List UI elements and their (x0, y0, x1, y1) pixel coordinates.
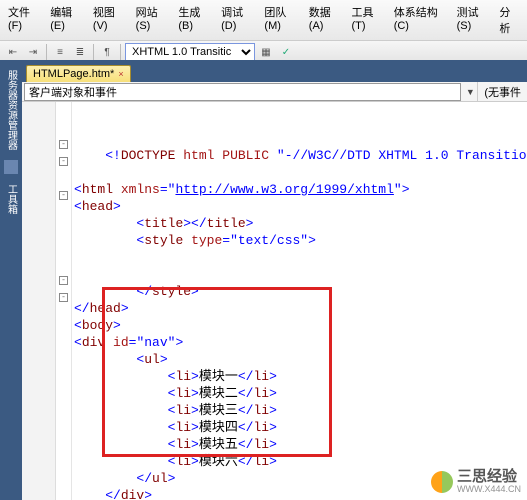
code-line[interactable]: <div id="nav"> (74, 334, 527, 351)
code-line[interactable]: <li>模块五</li> (74, 436, 527, 453)
document-tabstrip: HTMLPage.htm* × (22, 60, 527, 82)
menu-item[interactable]: 体系结构(C) (390, 2, 451, 38)
fold-toggle-icon[interactable]: - (59, 293, 68, 302)
list-icon[interactable]: ≡ (51, 43, 69, 61)
left-sidebar: 服务器资源管理器 工具箱 (0, 60, 22, 500)
element-selector-input[interactable] (24, 83, 461, 101)
code-line[interactable]: <html xmlns="http://www.w3.org/1999/xhtm… (74, 181, 527, 198)
check-icon[interactable]: ✓ (277, 43, 295, 61)
code-line[interactable]: <li>模块六</li> (74, 453, 527, 470)
menu-item[interactable]: 网站(S) (132, 2, 173, 38)
watermark-url: WWW.X444.CN (457, 485, 521, 494)
indent-right-icon[interactable]: ⇥ (24, 43, 42, 61)
fold-toggle-icon[interactable]: - (59, 140, 68, 149)
code-line[interactable] (74, 164, 527, 181)
validate-icon[interactable]: ▦ (257, 43, 275, 61)
code-line[interactable]: <body> (74, 317, 527, 334)
tab-label: HTMLPage.htm* (33, 68, 114, 80)
menu-item[interactable]: 调试(D) (217, 2, 258, 38)
code-line[interactable] (74, 249, 527, 266)
menu-item[interactable]: 分析 (495, 2, 523, 38)
para-icon[interactable]: ¶ (98, 43, 116, 61)
fold-gutter: - - - - - (56, 102, 72, 500)
line-gutter (22, 102, 56, 500)
code-line[interactable]: <style type="text/css"> (74, 232, 527, 249)
event-selector[interactable]: (无事件 (477, 82, 527, 101)
watermark-logo-icon (431, 471, 453, 493)
code-area[interactable]: <!DOCTYPE html PUBLIC "-//W3C//DTD XHTML… (72, 102, 527, 500)
code-editor[interactable]: - - - - - <!DOCTYPE html PUBLIC "-//W3C//DTD… (22, 102, 527, 500)
code-line[interactable]: <title></title> (74, 215, 527, 232)
code-line[interactable]: <head> (74, 198, 527, 215)
tab-htmlpage[interactable]: HTMLPage.htm* × (26, 65, 131, 82)
menu-item[interactable]: 工具(T) (348, 2, 388, 38)
code-line[interactable]: </style> (74, 283, 527, 300)
chevron-down-icon[interactable]: ▼ (463, 87, 477, 97)
indent-left-icon[interactable]: ⇤ (4, 43, 22, 61)
code-line[interactable] (74, 266, 527, 283)
code-line[interactable]: <!DOCTYPE html PUBLIC "-//W3C//DTD XHTML… (74, 147, 527, 164)
list2-icon[interactable]: ≣ (71, 43, 89, 61)
watermark-title: 三思经验 (457, 470, 521, 485)
element-navbar: ▼ (无事件 (22, 82, 527, 102)
code-line[interactable]: <li>模块二</li> (74, 385, 527, 402)
code-line[interactable]: </head> (74, 300, 527, 317)
code-line[interactable]: <li>模块一</li> (74, 368, 527, 385)
fold-toggle-icon[interactable]: - (59, 157, 68, 166)
menu-item[interactable]: 视图(V) (89, 2, 130, 38)
menu-item[interactable]: 文件(F) (4, 2, 44, 38)
sidebar-tab-server[interactable]: 服务器资源管理器 (2, 66, 21, 154)
doctype-select[interactable]: XHTML 1.0 Transitic (125, 43, 255, 61)
close-icon[interactable]: × (118, 69, 123, 79)
fold-toggle-icon[interactable]: - (59, 191, 68, 200)
code-line[interactable]: <ul> (74, 351, 527, 368)
sidebar-separator-icon (4, 160, 18, 174)
menubar: 文件(F)编辑(E)视图(V)网站(S)生成(B)调试(D)团队(M)数据(A)… (0, 0, 527, 41)
menu-item[interactable]: 团队(M) (260, 2, 302, 38)
menu-item[interactable]: 数据(A) (305, 2, 346, 38)
code-line[interactable]: <li>模块四</li> (74, 419, 527, 436)
sidebar-tab-toolbox[interactable]: 工具箱 (2, 180, 21, 218)
menu-item[interactable]: 编辑(E) (46, 2, 87, 38)
menu-item[interactable]: 测试(S) (453, 2, 494, 38)
code-line[interactable]: <li>模块三</li> (74, 402, 527, 419)
watermark: 三思经验 WWW.X444.CN (431, 470, 521, 494)
menu-item[interactable]: 生成(B) (174, 2, 215, 38)
fold-toggle-icon[interactable]: - (59, 276, 68, 285)
